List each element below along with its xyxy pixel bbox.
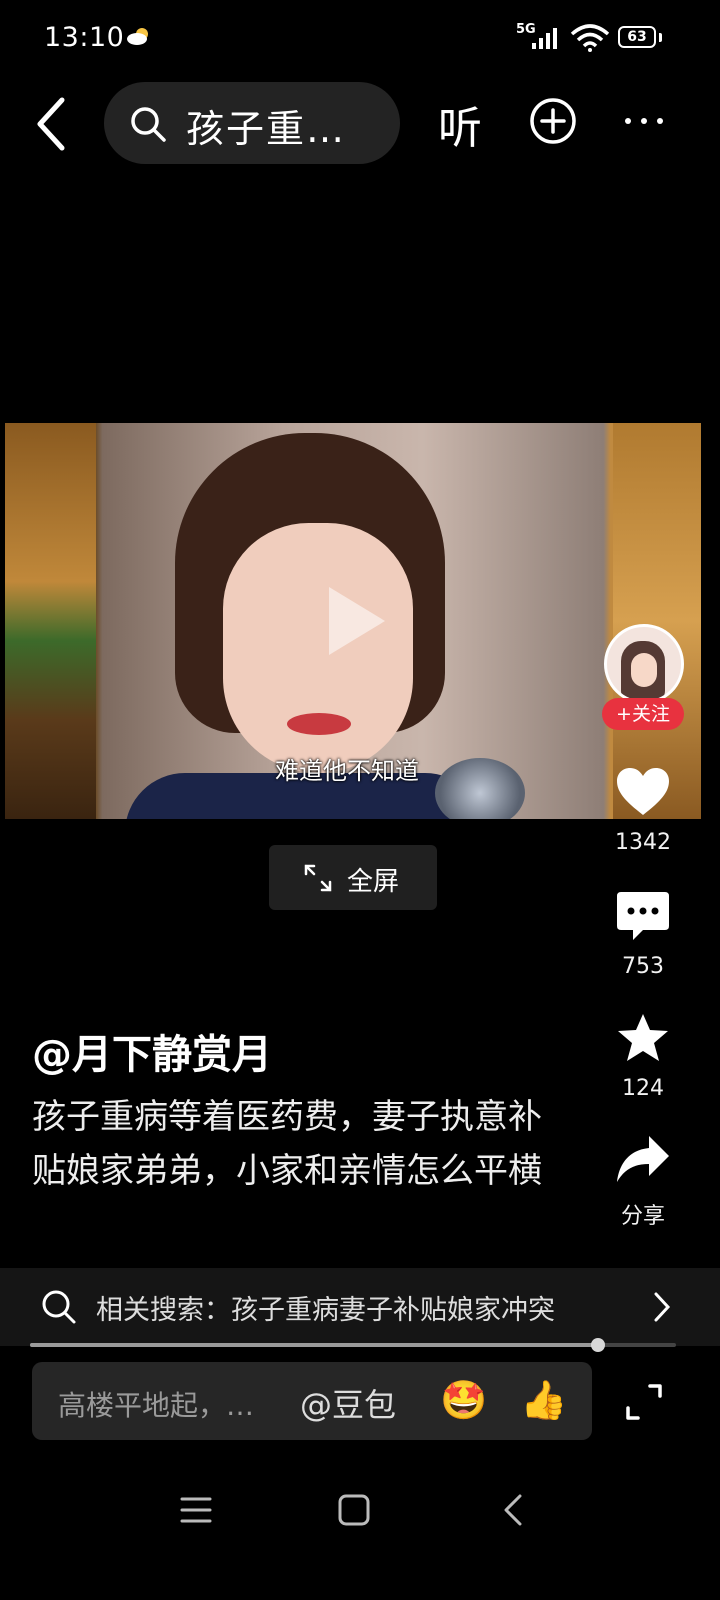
video-microphone [435,758,525,819]
like-action[interactable]: 1342 [603,766,683,855]
battery-tip [659,33,662,42]
search-icon [42,1290,76,1324]
expand-icon[interactable] [624,1382,664,1422]
back-icon[interactable] [30,94,74,154]
chevron-right-icon [654,1292,671,1322]
fullscreen-icon [304,864,332,892]
comment-icon [617,892,669,940]
progress-handle[interactable] [591,1338,606,1352]
favorite-count: 124 [622,1076,664,1101]
heart-icon [617,768,669,815]
favorite-action[interactable]: 124 [603,1012,683,1101]
fullscreen-button[interactable]: 全屏 [269,845,437,910]
battery-icon: 63 [618,26,662,50]
more-icon[interactable] [620,104,668,138]
back-nav-icon[interactable] [494,1490,534,1530]
related-search-text: 相关搜索：孩子重病妻子补贴娘家冲突 [96,1295,555,1326]
video-player[interactable]: 难道他不知道 [5,423,701,819]
share-icon [617,1136,669,1182]
thumbs-up-emoji[interactable]: 👍 [520,1378,567,1423]
star-eyes-emoji[interactable]: 🤩 [440,1378,487,1423]
video-progress-bar[interactable] [30,1338,676,1352]
video-description: 孩子重病等着医药费，妻子执意补贴娘家弟弟，小家和亲情怎么平横 [32,1097,542,1191]
battery-level: 63 [618,26,656,48]
comment-action[interactable]: 753 [603,890,683,979]
share-label: 分享 [620,1204,665,1229]
video-person-lips [287,713,351,735]
listen-button[interactable]: 听 [438,92,482,156]
avatar-face [631,653,657,687]
signal-icon [532,28,557,49]
comment-input[interactable]: 高楼平地起，… @豆包 🤩 👍 [32,1362,592,1440]
video-subtitle: 难道他不知道 [275,757,419,785]
home-icon[interactable] [334,1490,374,1530]
star-icon [618,1014,668,1061]
search-box[interactable]: 孩子重… [104,82,400,164]
mention-doubao[interactable]: @豆包 [300,1380,396,1426]
share-action[interactable]: 分享 [603,1134,683,1230]
video-blur-left [5,423,96,819]
search-icon [131,107,166,142]
plus-circle-icon[interactable] [528,96,578,146]
play-icon[interactable] [323,583,389,659]
author-name[interactable]: @月下静赏月 [32,1022,272,1080]
status-time: 13:10 [44,22,125,53]
author-avatar[interactable] [604,624,684,704]
follow-button[interactable]: +关注 [602,698,684,730]
menu-icon[interactable] [176,1490,216,1530]
like-count: 1342 [615,830,671,855]
comment-count: 753 [622,954,664,979]
video-blur-right [613,423,701,819]
fullscreen-label: 全屏 [347,867,400,897]
search-query: 孩子重… [186,107,347,151]
progress-fill [30,1343,599,1347]
related-search-bar[interactable]: 相关搜索：孩子重病妻子补贴娘家冲突 [0,1268,720,1346]
comment-placeholder: 高楼平地起，… [58,1389,255,1422]
wifi-icon [570,24,610,52]
weather-icon [127,28,148,45]
